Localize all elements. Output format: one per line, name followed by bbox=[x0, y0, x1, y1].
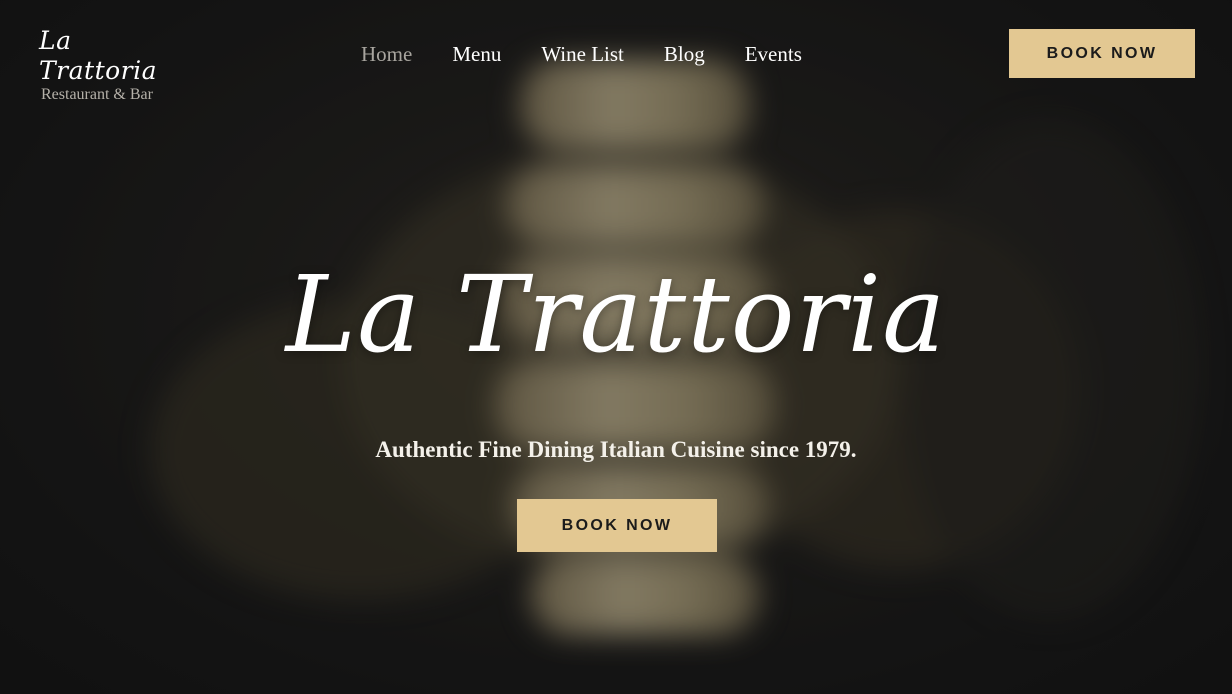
header-book-now-button[interactable]: BOOK NOW bbox=[1009, 29, 1195, 78]
main-nav: Home Menu Wine List Blog Events bbox=[361, 40, 802, 68]
hero-title: La Trattoria bbox=[285, 253, 947, 376]
logo-script-text: La Trattoria bbox=[39, 26, 158, 85]
nav-item-menu[interactable]: Menu bbox=[452, 40, 501, 68]
nav-item-events[interactable]: Events bbox=[745, 40, 802, 68]
hero-section: La Trattoria Restaurant & Bar Home Menu … bbox=[0, 0, 1232, 694]
logo-subtitle: Restaurant & Bar bbox=[41, 86, 153, 103]
nav-item-wine-list[interactable]: Wine List bbox=[541, 40, 624, 68]
hero-tagline: Authentic Fine Dining Italian Cuisine si… bbox=[375, 437, 857, 462]
nav-item-home[interactable]: Home bbox=[361, 40, 412, 68]
site-logo[interactable]: La Trattoria Restaurant & Bar bbox=[39, 26, 179, 104]
nav-item-blog[interactable]: Blog bbox=[664, 40, 705, 68]
hero-book-now-button[interactable]: BOOK NOW bbox=[517, 499, 717, 552]
